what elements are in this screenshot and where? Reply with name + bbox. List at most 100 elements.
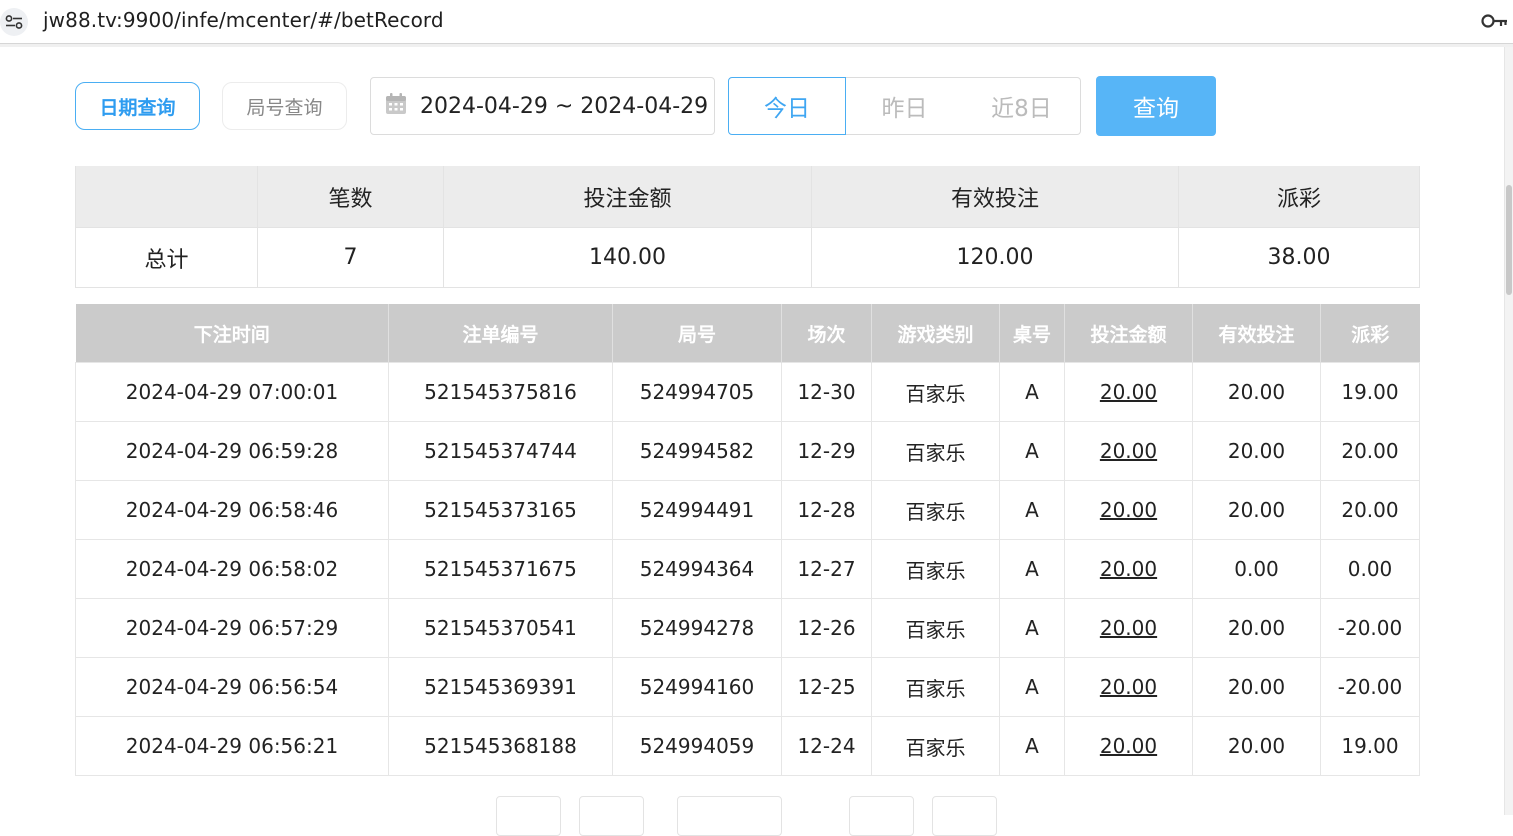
cell-table-no: A	[999, 421, 1065, 481]
cell-session: 12-26	[781, 598, 872, 658]
cell-session: 12-24	[781, 716, 872, 776]
cell-game-type: 百家乐	[871, 657, 1000, 717]
summary-count: 7	[257, 227, 444, 288]
header-session: 场次	[781, 304, 872, 363]
cell-game-type: 百家乐	[871, 716, 1000, 776]
header-bet-amount: 投注金额	[1064, 304, 1193, 363]
cell-bet-time: 2024-04-29 06:58:02	[75, 539, 389, 599]
header-bet-time: 下注时间	[75, 304, 389, 363]
cell-order-id: 521545373165	[388, 480, 613, 540]
header-round-id: 局号	[612, 304, 782, 363]
cell-bet-amount[interactable]: 20.00	[1064, 362, 1193, 422]
records-body: 2024-04-29 07:00:01 521545375816 524994705…	[75, 362, 1420, 776]
cell-session: 12-30	[781, 362, 872, 422]
cell-round-id: 524994364	[612, 539, 782, 599]
cell-session: 12-25	[781, 657, 872, 717]
cell-bet-amount[interactable]: 20.00	[1064, 716, 1193, 776]
cell-valid-bet: 20.00	[1192, 362, 1321, 422]
cell-order-id: 521545368188	[388, 716, 613, 776]
site-settings-icon[interactable]	[0, 8, 28, 36]
summary-table: 笔数 投注金额 有效投注 派彩 总计 7 140.00 120.00 38.00	[75, 166, 1420, 288]
table-row: 2024-04-29 06:59:28 521545374744 524994582…	[75, 421, 1420, 481]
cell-table-no: A	[999, 362, 1065, 422]
cell-round-id: 524994160	[612, 657, 782, 717]
cell-game-type: 百家乐	[871, 421, 1000, 481]
summary-payout: 38.00	[1178, 227, 1420, 288]
round-query-tab[interactable]: 局号查询	[222, 82, 347, 130]
cell-order-id: 521545370541	[388, 598, 613, 658]
header-order-id: 注单编号	[388, 304, 613, 363]
cell-bet-amount[interactable]: 20.00	[1064, 657, 1193, 717]
cell-game-type: 百家乐	[871, 480, 1000, 540]
cell-bet-time: 2024-04-29 06:56:21	[75, 716, 389, 776]
cell-bet-time: 2024-04-29 06:58:46	[75, 480, 389, 540]
divider	[0, 44, 1513, 47]
today-button[interactable]: 今日	[728, 77, 846, 135]
cell-bet-time: 2024-04-29 06:57:29	[75, 598, 389, 658]
header-game-type: 游戏类别	[871, 304, 1000, 363]
cell-game-type: 百家乐	[871, 362, 1000, 422]
cell-session: 12-28	[781, 480, 872, 540]
cell-table-no: A	[999, 716, 1065, 776]
summary-bet-amount: 140.00	[443, 227, 812, 288]
cell-payout: -20.00	[1320, 598, 1420, 658]
cell-table-no: A	[999, 480, 1065, 540]
cell-bet-time: 2024-04-29 07:00:01	[75, 362, 389, 422]
summary-header-row: 笔数 投注金额 有效投注 派彩	[75, 166, 1420, 228]
cell-order-id: 521545371675	[388, 539, 613, 599]
cell-table-no: A	[999, 539, 1065, 599]
last-8-days-button[interactable]: 近8日	[963, 77, 1081, 135]
pagination-prev-button[interactable]	[579, 796, 644, 836]
browser-address-bar[interactable]: jw88.tv:9900/infe/mcenter/#/betRecord	[0, 0, 1513, 44]
cell-order-id: 521545374744	[388, 421, 613, 481]
header-table-no: 桌号	[999, 304, 1065, 363]
cell-round-id: 524994705	[612, 362, 782, 422]
cell-bet-time: 2024-04-29 06:59:28	[75, 421, 389, 481]
cell-order-id: 521545375816	[388, 362, 613, 422]
cell-table-no: A	[999, 598, 1065, 658]
cell-payout: -20.00	[1320, 657, 1420, 717]
search-button[interactable]: 查询	[1096, 76, 1216, 136]
table-row: 2024-04-29 06:58:02 521545371675 524994364…	[75, 539, 1420, 599]
cell-payout: 20.00	[1320, 421, 1420, 481]
cell-bet-amount[interactable]: 20.00	[1064, 539, 1193, 599]
cell-valid-bet: 20.00	[1192, 716, 1321, 776]
cell-round-id: 524994278	[612, 598, 782, 658]
url-text[interactable]: jw88.tv:9900/infe/mcenter/#/betRecord	[43, 8, 444, 32]
table-row: 2024-04-29 06:57:29 521545370541 524994278…	[75, 598, 1420, 658]
summary-total-row: 总计 7 140.00 120.00 38.00	[75, 227, 1420, 288]
cell-bet-time: 2024-04-29 06:56:54	[75, 657, 389, 717]
cell-session: 12-29	[781, 421, 872, 481]
summary-header-count: 笔数	[257, 166, 444, 228]
summary-header-bet-amount: 投注金额	[443, 166, 812, 228]
records-header-row: 下注时间 注单编号 局号 场次 游戏类别 桌号 投注金额 有效投注 派彩	[75, 304, 1420, 363]
pagination-page-input[interactable]	[677, 796, 782, 836]
date-query-tab[interactable]: 日期查询	[75, 82, 200, 130]
date-range-picker[interactable]: 2024-04-29 ~ 2024-04-29	[370, 77, 715, 135]
summary-header-blank	[75, 166, 258, 228]
cell-payout: 19.00	[1320, 716, 1420, 776]
table-row: 2024-04-29 06:58:46 521545373165 524994491…	[75, 480, 1420, 540]
summary-header-valid-bet: 有效投注	[811, 166, 1179, 228]
table-row: 2024-04-29 06:56:21 521545368188 524994059…	[75, 716, 1420, 776]
date-range-value[interactable]: 2024-04-29 ~ 2024-04-29	[420, 94, 708, 119]
bet-records-table: 下注时间 注单编号 局号 场次 游戏类别 桌号 投注金额 有效投注 派彩 202…	[75, 304, 1420, 776]
cell-round-id: 524994491	[612, 480, 782, 540]
cell-bet-amount[interactable]: 20.00	[1064, 480, 1193, 540]
summary-valid-bet: 120.00	[811, 227, 1179, 288]
summary-header-payout: 派彩	[1178, 166, 1420, 228]
cell-round-id: 524994582	[612, 421, 782, 481]
pagination-first-button[interactable]	[496, 796, 561, 836]
cell-bet-amount[interactable]: 20.00	[1064, 421, 1193, 481]
cell-payout: 20.00	[1320, 480, 1420, 540]
calendar-icon	[384, 92, 408, 120]
pagination-last-button[interactable]	[932, 796, 997, 836]
password-key-icon[interactable]	[1481, 11, 1509, 35]
yesterday-button[interactable]: 昨日	[846, 77, 964, 135]
cell-bet-amount[interactable]: 20.00	[1064, 598, 1193, 658]
page-scrollbar[interactable]	[1504, 47, 1513, 815]
cell-order-id: 521545369391	[388, 657, 613, 717]
cell-payout: 19.00	[1320, 362, 1420, 422]
scrollbar-thumb[interactable]	[1506, 185, 1512, 295]
pagination-next-button[interactable]	[849, 796, 914, 836]
